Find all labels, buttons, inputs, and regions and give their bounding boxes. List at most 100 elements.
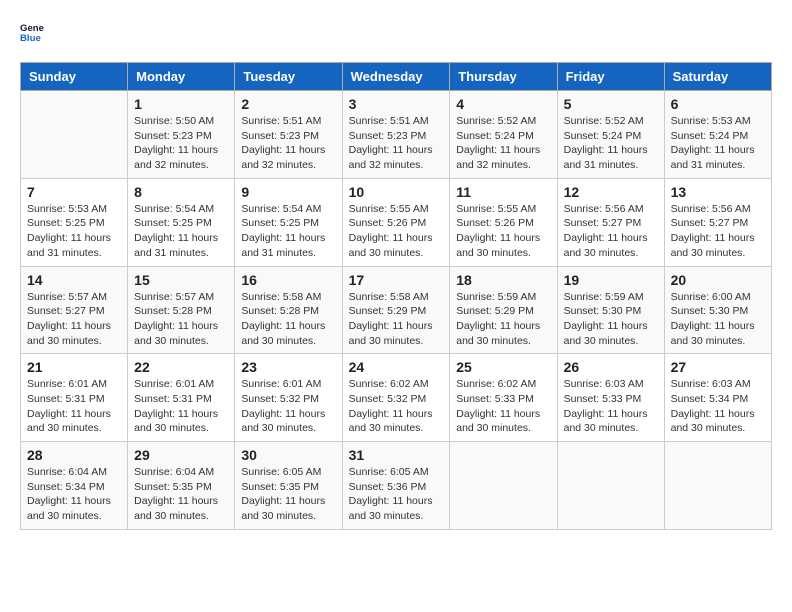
calendar-cell: 30 Sunrise: 6:05 AMSunset: 5:35 PMDayligh… bbox=[235, 442, 342, 530]
weekday-header-wednesday: Wednesday bbox=[342, 63, 450, 91]
calendar-week-3: 14Sunrise: 5:57 AMSunset: 5:27 PMDayligh… bbox=[21, 266, 772, 354]
calendar-week-4: 21 Sunrise: 6:01 AMSunset: 5:31 PMDayligh… bbox=[21, 354, 772, 442]
calendar-cell: 19Sunrise: 5:59 AMSunset: 5:30 PMDayligh… bbox=[557, 266, 664, 354]
calendar-cell: 10 Sunrise: 5:55 AMSunset: 5:26 PMDayligh… bbox=[342, 178, 450, 266]
day-number: 18 bbox=[456, 272, 550, 288]
weekday-header-thursday: Thursday bbox=[450, 63, 557, 91]
calendar-cell: 28Sunrise: 6:04 AMSunset: 5:34 PMDayligh… bbox=[21, 442, 128, 530]
calendar-cell: 26 Sunrise: 6:03 AMSunset: 5:33 PMDayligh… bbox=[557, 354, 664, 442]
day-info: Sunrise: 5:55 AMSunset: 5:26 PMDaylight:… bbox=[349, 202, 444, 261]
day-info: Sunrise: 5:59 AMSunset: 5:29 PMDaylight:… bbox=[456, 290, 550, 349]
day-info: Sunrise: 5:54 AMSunset: 5:25 PMDaylight:… bbox=[134, 202, 228, 261]
calendar-cell: 13 Sunrise: 5:56 AMSunset: 5:27 PMDayligh… bbox=[664, 178, 771, 266]
day-number: 26 bbox=[564, 359, 658, 375]
calendar-cell: 21 Sunrise: 6:01 AMSunset: 5:31 PMDayligh… bbox=[21, 354, 128, 442]
day-info: Sunrise: 5:52 AMSunset: 5:24 PMDaylight:… bbox=[564, 114, 658, 173]
day-number: 1 bbox=[134, 96, 228, 112]
day-info: Sunrise: 6:03 AMSunset: 5:33 PMDaylight:… bbox=[564, 377, 658, 436]
calendar-week-2: 7 Sunrise: 5:53 AMSunset: 5:25 PMDaylight… bbox=[21, 178, 772, 266]
day-info: Sunrise: 5:58 AMSunset: 5:29 PMDaylight:… bbox=[349, 290, 444, 349]
day-info: Sunrise: 5:51 AMSunset: 5:23 PMDaylight:… bbox=[241, 114, 335, 173]
day-info: Sunrise: 5:54 AMSunset: 5:25 PMDaylight:… bbox=[241, 202, 335, 261]
day-number: 28 bbox=[27, 447, 121, 463]
day-number: 12 bbox=[564, 184, 658, 200]
weekday-header-saturday: Saturday bbox=[664, 63, 771, 91]
day-info: Sunrise: 6:01 AMSunset: 5:32 PMDaylight:… bbox=[241, 377, 335, 436]
calendar-cell: 12Sunrise: 5:56 AMSunset: 5:27 PMDayligh… bbox=[557, 178, 664, 266]
calendar-cell: 8 Sunrise: 5:54 AMSunset: 5:25 PMDaylight… bbox=[128, 178, 235, 266]
calendar-cell: 16Sunrise: 5:58 AMSunset: 5:28 PMDayligh… bbox=[235, 266, 342, 354]
calendar-cell bbox=[450, 442, 557, 530]
day-number: 23 bbox=[241, 359, 335, 375]
day-info: Sunrise: 6:04 AMSunset: 5:35 PMDaylight:… bbox=[134, 465, 228, 524]
day-info: Sunrise: 6:01 AMSunset: 5:31 PMDaylight:… bbox=[134, 377, 228, 436]
day-number: 17 bbox=[349, 272, 444, 288]
day-number: 21 bbox=[27, 359, 121, 375]
day-number: 30 bbox=[241, 447, 335, 463]
weekday-header-monday: Monday bbox=[128, 63, 235, 91]
calendar-header-row: SundayMondayTuesdayWednesdayThursdayFrid… bbox=[21, 63, 772, 91]
day-number: 13 bbox=[671, 184, 765, 200]
day-info: Sunrise: 5:56 AMSunset: 5:27 PMDaylight:… bbox=[671, 202, 765, 261]
day-number: 10 bbox=[349, 184, 444, 200]
day-info: Sunrise: 6:01 AMSunset: 5:31 PMDaylight:… bbox=[27, 377, 121, 436]
calendar-cell: 14Sunrise: 5:57 AMSunset: 5:27 PMDayligh… bbox=[21, 266, 128, 354]
day-info: Sunrise: 5:52 AMSunset: 5:24 PMDaylight:… bbox=[456, 114, 550, 173]
day-number: 7 bbox=[27, 184, 121, 200]
day-number: 5 bbox=[564, 96, 658, 112]
calendar-cell: 7 Sunrise: 5:53 AMSunset: 5:25 PMDaylight… bbox=[21, 178, 128, 266]
calendar-cell: 18 Sunrise: 5:59 AMSunset: 5:29 PMDayligh… bbox=[450, 266, 557, 354]
day-info: Sunrise: 5:53 AMSunset: 5:25 PMDaylight:… bbox=[27, 202, 121, 261]
logo-icon: General Blue bbox=[20, 20, 44, 44]
weekday-header-friday: Friday bbox=[557, 63, 664, 91]
day-number: 22 bbox=[134, 359, 228, 375]
calendar-cell: 20 Sunrise: 6:00 AMSunset: 5:30 PMDayligh… bbox=[664, 266, 771, 354]
day-number: 9 bbox=[241, 184, 335, 200]
calendar-body: 1 Sunrise: 5:50 AMSunset: 5:23 PMDaylight… bbox=[21, 91, 772, 530]
calendar-cell: 17 Sunrise: 5:58 AMSunset: 5:29 PMDayligh… bbox=[342, 266, 450, 354]
day-info: Sunrise: 5:50 AMSunset: 5:23 PMDaylight:… bbox=[134, 114, 228, 173]
calendar-cell: 2 Sunrise: 5:51 AMSunset: 5:23 PMDaylight… bbox=[235, 91, 342, 179]
day-number: 11 bbox=[456, 184, 550, 200]
day-info: Sunrise: 6:00 AMSunset: 5:30 PMDaylight:… bbox=[671, 290, 765, 349]
day-info: Sunrise: 5:55 AMSunset: 5:26 PMDaylight:… bbox=[456, 202, 550, 261]
day-info: Sunrise: 6:03 AMSunset: 5:34 PMDaylight:… bbox=[671, 377, 765, 436]
calendar-cell: 9 Sunrise: 5:54 AMSunset: 5:25 PMDaylight… bbox=[235, 178, 342, 266]
calendar-cell bbox=[21, 91, 128, 179]
day-number: 2 bbox=[241, 96, 335, 112]
day-info: Sunrise: 6:05 AMSunset: 5:36 PMDaylight:… bbox=[349, 465, 444, 524]
calendar-cell bbox=[664, 442, 771, 530]
day-number: 19 bbox=[564, 272, 658, 288]
calendar-cell: 24 Sunrise: 6:02 AMSunset: 5:32 PMDayligh… bbox=[342, 354, 450, 442]
calendar-cell: 29 Sunrise: 6:04 AMSunset: 5:35 PMDayligh… bbox=[128, 442, 235, 530]
day-number: 31 bbox=[349, 447, 444, 463]
day-info: Sunrise: 5:53 AMSunset: 5:24 PMDaylight:… bbox=[671, 114, 765, 173]
day-info: Sunrise: 6:02 AMSunset: 5:32 PMDaylight:… bbox=[349, 377, 444, 436]
day-info: Sunrise: 5:57 AMSunset: 5:28 PMDaylight:… bbox=[134, 290, 228, 349]
calendar-cell: 1 Sunrise: 5:50 AMSunset: 5:23 PMDaylight… bbox=[128, 91, 235, 179]
day-number: 27 bbox=[671, 359, 765, 375]
day-info: Sunrise: 5:58 AMSunset: 5:28 PMDaylight:… bbox=[241, 290, 335, 349]
weekday-header-tuesday: Tuesday bbox=[235, 63, 342, 91]
calendar-cell: 3Sunrise: 5:51 AMSunset: 5:23 PMDaylight… bbox=[342, 91, 450, 179]
calendar-table: SundayMondayTuesdayWednesdayThursdayFrid… bbox=[20, 62, 772, 530]
day-number: 24 bbox=[349, 359, 444, 375]
day-number: 20 bbox=[671, 272, 765, 288]
calendar-cell: 11 Sunrise: 5:55 AMSunset: 5:26 PMDayligh… bbox=[450, 178, 557, 266]
day-info: Sunrise: 5:51 AMSunset: 5:23 PMDaylight:… bbox=[349, 114, 444, 173]
day-info: Sunrise: 6:05 AMSunset: 5:35 PMDaylight:… bbox=[241, 465, 335, 524]
calendar-cell: 23 Sunrise: 6:01 AMSunset: 5:32 PMDayligh… bbox=[235, 354, 342, 442]
day-number: 8 bbox=[134, 184, 228, 200]
calendar-cell: 25Sunrise: 6:02 AMSunset: 5:33 PMDayligh… bbox=[450, 354, 557, 442]
calendar-cell: 27 Sunrise: 6:03 AMSunset: 5:34 PMDayligh… bbox=[664, 354, 771, 442]
calendar-cell: 22 Sunrise: 6:01 AMSunset: 5:31 PMDayligh… bbox=[128, 354, 235, 442]
day-number: 29 bbox=[134, 447, 228, 463]
day-number: 15 bbox=[134, 272, 228, 288]
day-number: 4 bbox=[456, 96, 550, 112]
calendar-cell: 15 Sunrise: 5:57 AMSunset: 5:28 PMDayligh… bbox=[128, 266, 235, 354]
svg-text:Blue: Blue bbox=[20, 33, 41, 44]
calendar-cell: 31 Sunrise: 6:05 AMSunset: 5:36 PMDayligh… bbox=[342, 442, 450, 530]
day-number: 6 bbox=[671, 96, 765, 112]
calendar-cell bbox=[557, 442, 664, 530]
logo: General Blue bbox=[20, 20, 48, 44]
